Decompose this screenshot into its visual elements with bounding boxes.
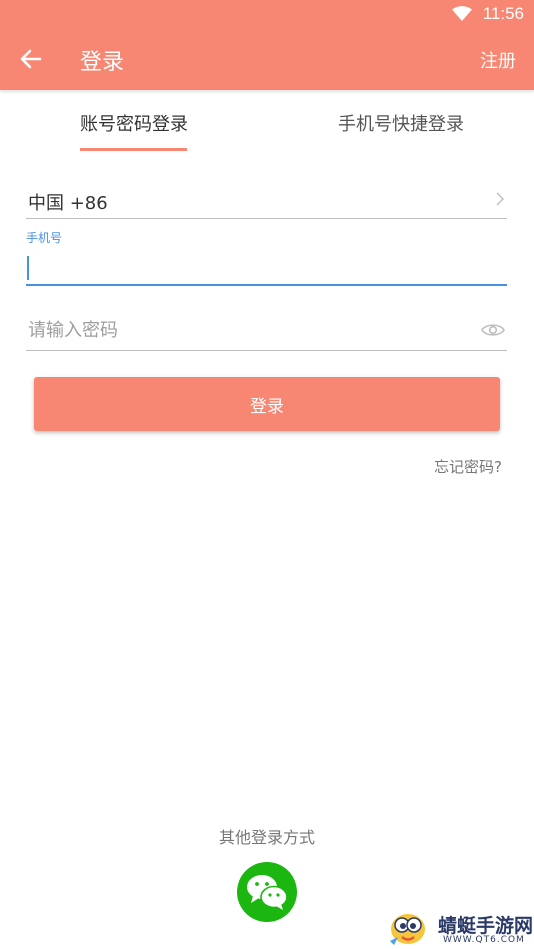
active-tab-indicator bbox=[80, 148, 187, 151]
phone-input[interactable] bbox=[26, 250, 507, 286]
login-button[interactable]: 登录 bbox=[34, 377, 500, 431]
wechat-icon bbox=[247, 875, 288, 910]
login-tabs: 账号密码登录 手机号快捷登录 bbox=[0, 90, 534, 154]
password-field bbox=[26, 310, 507, 351]
other-login-label: 其他登录方式 bbox=[218, 828, 315, 847]
chevron-right-icon bbox=[496, 192, 504, 206]
password-input[interactable] bbox=[26, 314, 468, 346]
status-bar: 11:56 bbox=[0, 0, 534, 28]
tab-account-password[interactable]: 账号密码登录 bbox=[80, 110, 188, 136]
watermark: 蜻蜓手游网 WWW.QT6.COM bbox=[388, 907, 534, 949]
app-bar: 11:56 登录 注册 bbox=[0, 0, 534, 90]
register-button[interactable]: 注册 bbox=[480, 47, 516, 73]
wechat-login-button[interactable] bbox=[237, 862, 297, 922]
watermark-url: WWW.QT6.COM bbox=[443, 935, 525, 945]
back-arrow-icon[interactable] bbox=[18, 46, 44, 72]
wifi-icon bbox=[452, 6, 472, 21]
dragonfly-mascot-icon bbox=[390, 914, 425, 945]
phone-field-label: 手机号 bbox=[26, 231, 63, 245]
eye-icon[interactable] bbox=[481, 322, 505, 338]
country-code-selector[interactable]: 中国 +86 bbox=[26, 182, 507, 219]
country-code-text: 中国 +86 bbox=[28, 193, 108, 214]
status-time: 11:56 bbox=[482, 4, 524, 23]
watermark-name: 蜻蜓手游网 bbox=[438, 915, 534, 937]
tab-phone-quick[interactable]: 手机号快捷登录 bbox=[338, 110, 464, 136]
text-cursor bbox=[27, 256, 29, 280]
page-title: 登录 bbox=[80, 50, 125, 75]
forgot-password-link[interactable]: 忘记密码? bbox=[434, 456, 502, 477]
